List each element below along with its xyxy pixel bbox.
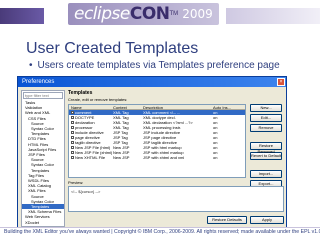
checkbox-icon[interactable]	[71, 146, 74, 150]
apply-button[interactable]: Apply	[250, 216, 284, 224]
pane-title: Templates	[68, 90, 93, 96]
template-buttons: New... Edit... Remove Restore Removed Re…	[250, 104, 282, 190]
column-header-description[interactable]: Description	[143, 105, 213, 109]
checkbox-icon[interactable]	[71, 151, 74, 155]
logo-eclipse-text: eclipse	[74, 4, 130, 24]
preferences-window: Preferences × type filter text Tasks Vali…	[17, 76, 287, 228]
checkbox-icon[interactable]	[71, 141, 74, 145]
template-name: New XHTML File	[75, 155, 106, 160]
slide-title: User Created Templates	[26, 40, 199, 57]
bullet-text: Users create templates via Templates pre…	[37, 60, 280, 71]
window-titlebar: Preferences ×	[18, 77, 286, 87]
table-cell: New XHTML File	[69, 155, 113, 160]
restore-defaults-button[interactable]: Restore Defaults	[207, 216, 247, 224]
checkbox-icon[interactable]	[71, 131, 74, 135]
close-icon[interactable]: ×	[277, 78, 285, 86]
logo-tm-text: TM	[169, 11, 179, 17]
logo-con-text: CON	[129, 4, 170, 24]
new-button[interactable]: New...	[250, 104, 282, 112]
revert-to-default-button[interactable]: Revert to Default	[250, 152, 282, 160]
bullet-dot-icon: •	[29, 60, 33, 71]
tree-item[interactable]: XDoclet	[22, 220, 64, 225]
preview-area: <!-- ${cursor} -->	[68, 186, 284, 212]
column-header-context[interactable]: Context	[113, 105, 143, 109]
restore-removed-button[interactable]: Restore Removed	[250, 142, 282, 154]
checkbox-icon[interactable]	[71, 156, 74, 160]
header-accent-bar	[0, 8, 44, 24]
preferences-tree[interactable]: type filter text Tasks Validation Web and …	[21, 90, 65, 227]
remove-button[interactable]: Remove	[250, 124, 282, 132]
checkbox-icon[interactable]	[71, 126, 74, 130]
pane-description: Create, edit or remove templates:	[68, 97, 128, 102]
preview-label: Preview:	[68, 180, 84, 185]
checkbox-icon[interactable]	[71, 121, 74, 125]
window-title: Preferences	[22, 79, 55, 85]
table-body: comment XML Tag XML comment <!-- ... on DOCT…	[69, 110, 245, 160]
eclipsecon-logo: eclipse CON TM 2009	[68, 3, 219, 25]
footer-divider	[0, 227, 320, 228]
table-cell: New JSP	[113, 155, 130, 160]
slide-header: eclipse CON TM 2009	[0, 0, 320, 28]
slide-footer: Building the XML Editor you've always wa…	[4, 229, 320, 235]
table-cell: JSP with xhtml and xml	[143, 155, 185, 160]
tree-items: Tasks Validation Web and XML CSS Files Sourc…	[22, 100, 64, 225]
tree-filter-input[interactable]: type filter text	[23, 92, 63, 99]
import-button[interactable]: Import...	[250, 170, 282, 178]
templates-pane: Templates Create, edit or remove templat…	[68, 90, 284, 227]
slide-bullet: • Users create templates via Templates pr…	[29, 60, 280, 71]
header-right-bar	[226, 8, 320, 24]
edit-button[interactable]: Edit...	[250, 114, 282, 122]
table-row[interactable]: New XHTML File New JSP JSP with xhtml and …	[69, 155, 245, 160]
logo-year-text: 2009	[182, 7, 213, 21]
table-cell: on	[213, 155, 218, 160]
checkbox-icon[interactable]	[71, 116, 74, 120]
column-header-name[interactable]: Name	[69, 105, 113, 109]
dialog-buttons: Restore Defaults Apply	[168, 216, 284, 224]
templates-table[interactable]: Name Context Description Auto Ins... com…	[68, 104, 246, 178]
column-header-auto-insert[interactable]: Auto Ins...	[213, 105, 243, 109]
checkbox-icon[interactable]	[71, 136, 74, 140]
checkbox-icon[interactable]	[71, 111, 74, 115]
